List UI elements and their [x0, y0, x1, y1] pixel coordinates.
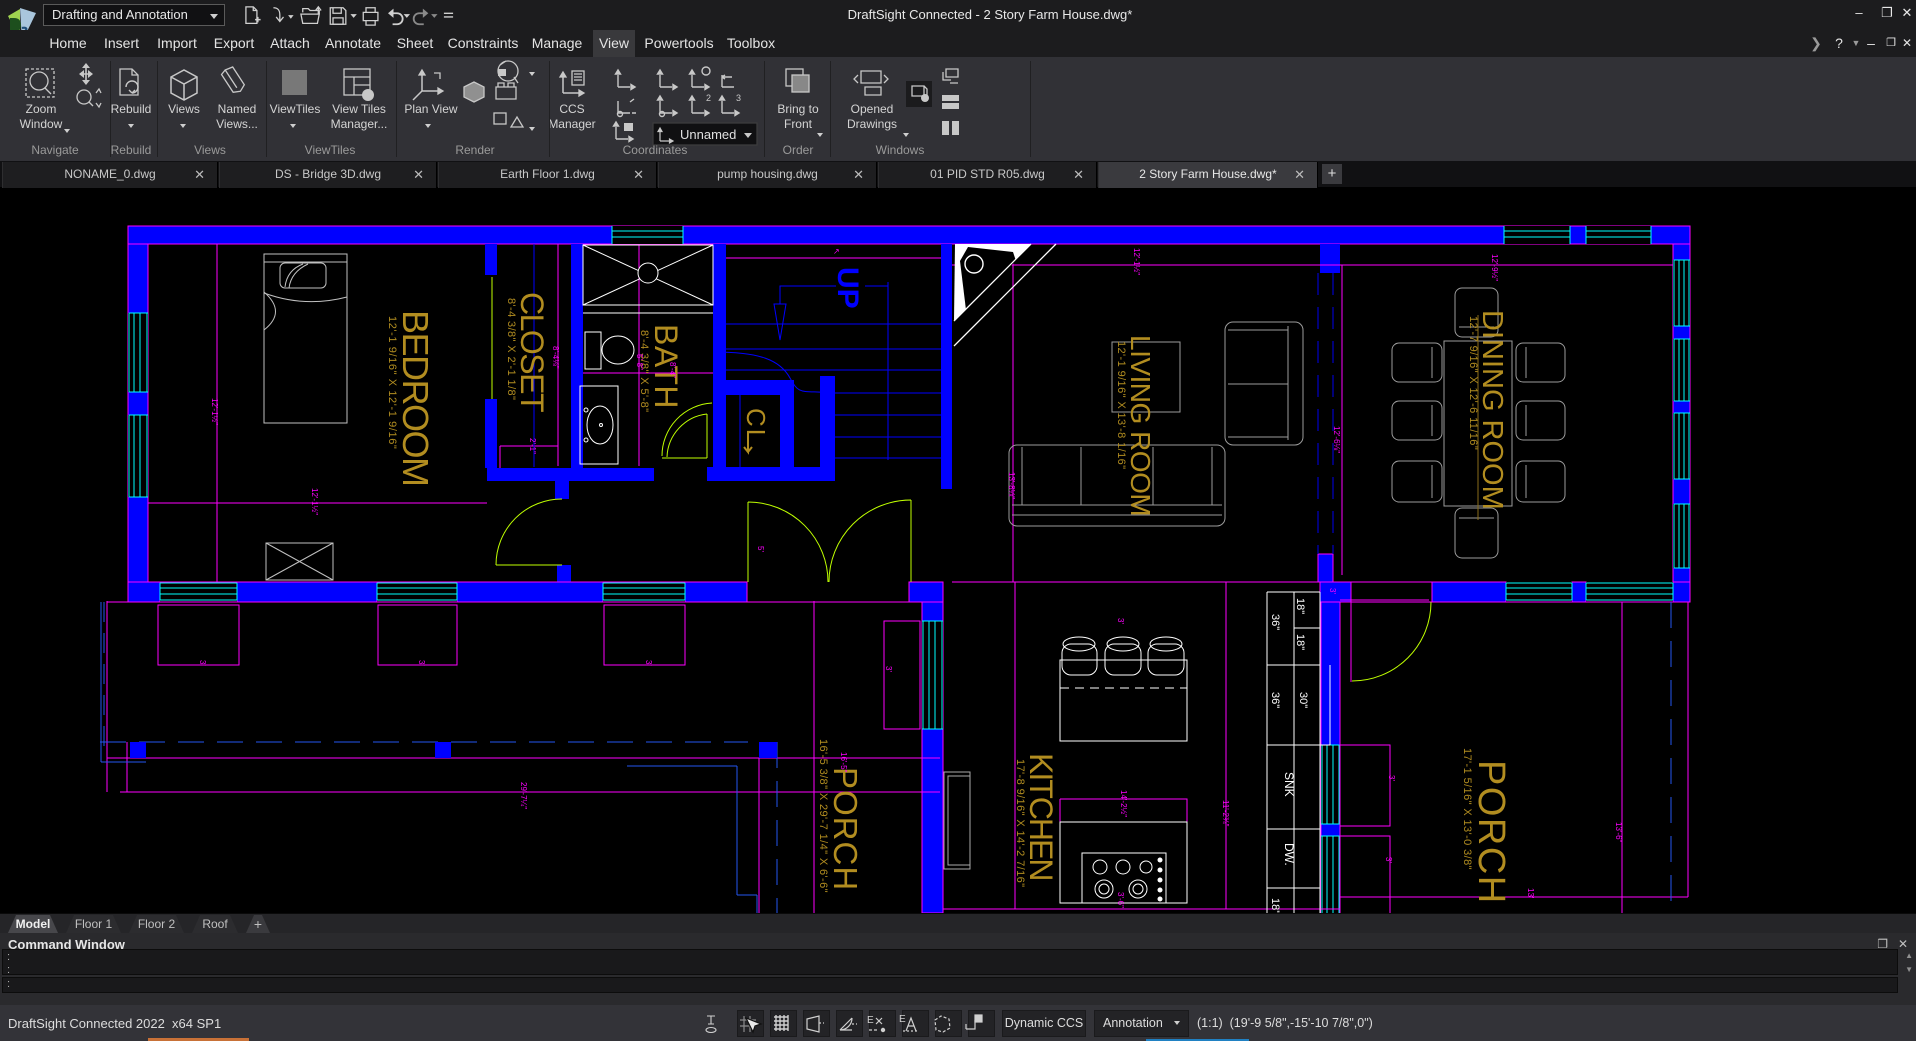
svg-text:3': 3'	[417, 660, 426, 666]
svg-text:8'-4": 8'-4"	[668, 362, 677, 378]
svg-text:KITCHEN: KITCHEN	[1023, 753, 1059, 879]
svg-text:E: E	[899, 1014, 906, 1025]
svg-text:UP: UP	[831, 267, 864, 309]
svg-text:12'-1 9/16" X 12'-1 9/16": 12'-1 9/16" X 12'-1 9/16"	[386, 316, 398, 449]
svg-text:11'-2¾": 11'-2¾"	[1221, 800, 1230, 827]
svg-text:3': 3'	[1384, 857, 1393, 863]
svg-text:2'-1": 2'-1"	[528, 438, 537, 454]
svg-text:12'-6⅛": 12'-6⅛"	[1332, 426, 1341, 453]
svg-text:36": 36"	[1269, 614, 1281, 630]
svg-text:3': 3'	[1116, 618, 1125, 624]
svg-text:18": 18"	[1294, 634, 1306, 650]
svg-text:PORCH: PORCH	[827, 767, 864, 891]
svg-text:12'-9½": 12'-9½"	[1490, 254, 1499, 281]
svg-text:36": 36"	[1269, 692, 1281, 708]
svg-text:E: E	[867, 1015, 874, 1026]
svg-text:Unnamed: Unnamed	[680, 127, 736, 142]
svg-text:3': 3'	[1387, 775, 1396, 781]
svg-text:13'-8⅛": 13'-8⅛"	[1007, 472, 1016, 499]
svg-text:13'-6": 13'-6"	[1614, 822, 1623, 843]
svg-text:↗: ↗	[833, 247, 840, 256]
svg-text:5'-8": 5'-8"	[635, 354, 644, 370]
svg-text:5': 5'	[756, 546, 765, 552]
svg-text:17'-1 5/16" X 13'-0 3/8": 17'-1 5/16" X 13'-0 3/8"	[1461, 748, 1473, 870]
svg-text:CL: CL	[741, 408, 771, 445]
svg-text:16'-5 3/8" X 29'-7 1/4" X 6'-6: 16'-5 3/8" X 29'-7 1/4" X 6'-6"	[817, 739, 829, 893]
svg-text:LIVING ROOM: LIVING ROOM	[1125, 335, 1156, 516]
svg-text:3': 3'	[884, 666, 893, 672]
svg-text:18": 18"	[1269, 898, 1281, 913]
svg-text:3': 3'	[198, 660, 207, 666]
svg-text:8'-4 3/8" X 2'-1 1/8": 8'-4 3/8" X 2'-1 1/8"	[505, 298, 517, 400]
svg-text:12'-1½": 12'-1½"	[210, 398, 219, 425]
svg-text:12'-1½": 12'-1½"	[1132, 248, 1141, 275]
svg-text:3': 3'	[644, 660, 653, 666]
svg-text:13': 13'	[1526, 888, 1535, 899]
svg-text:2: 2	[706, 93, 711, 103]
svg-text:12'-1½": 12'-1½"	[310, 488, 319, 515]
svg-text:12'-7 9/16" X 12'-6 11/16": 12'-7 9/16" X 12'-6 11/16"	[1467, 316, 1479, 450]
svg-text:29'-7¼": 29'-7¼"	[519, 782, 528, 809]
svg-text:16'-5": 16'-5"	[839, 752, 848, 773]
svg-text:14'-2½": 14'-2½"	[1119, 790, 1128, 817]
svg-text:18": 18"	[1294, 598, 1306, 614]
svg-text:30": 30"	[1297, 692, 1309, 708]
svg-text:SNK: SNK	[1282, 772, 1296, 797]
svg-text:17'-8 9/16" X 14'-2 7/16": 17'-8 9/16" X 14'-2 7/16"	[1014, 759, 1026, 887]
svg-text:8'-4 3/8" X 5'-8": 8'-4 3/8" X 5'-8"	[638, 330, 650, 412]
svg-text:PORCH: PORCH	[1470, 760, 1512, 905]
svg-text:DINING ROOM: DINING ROOM	[1476, 310, 1508, 510]
svg-text:12'-1 9/16" X 13'-8 1/16": 12'-1 9/16" X 13'-8 1/16"	[1115, 341, 1127, 469]
svg-text:DW.: DW.	[1282, 843, 1296, 866]
svg-text:3: 3	[736, 93, 741, 103]
svg-text:BATH: BATH	[648, 324, 684, 409]
svg-text:8'-4⅛": 8'-4⅛"	[551, 346, 560, 369]
svg-text:3': 3'	[1328, 588, 1337, 594]
svg-text:BEDROOM: BEDROOM	[395, 310, 436, 486]
svg-text:3'-6": 3'-6"	[1116, 892, 1125, 908]
svg-text:CLOSET: CLOSET	[514, 292, 550, 412]
